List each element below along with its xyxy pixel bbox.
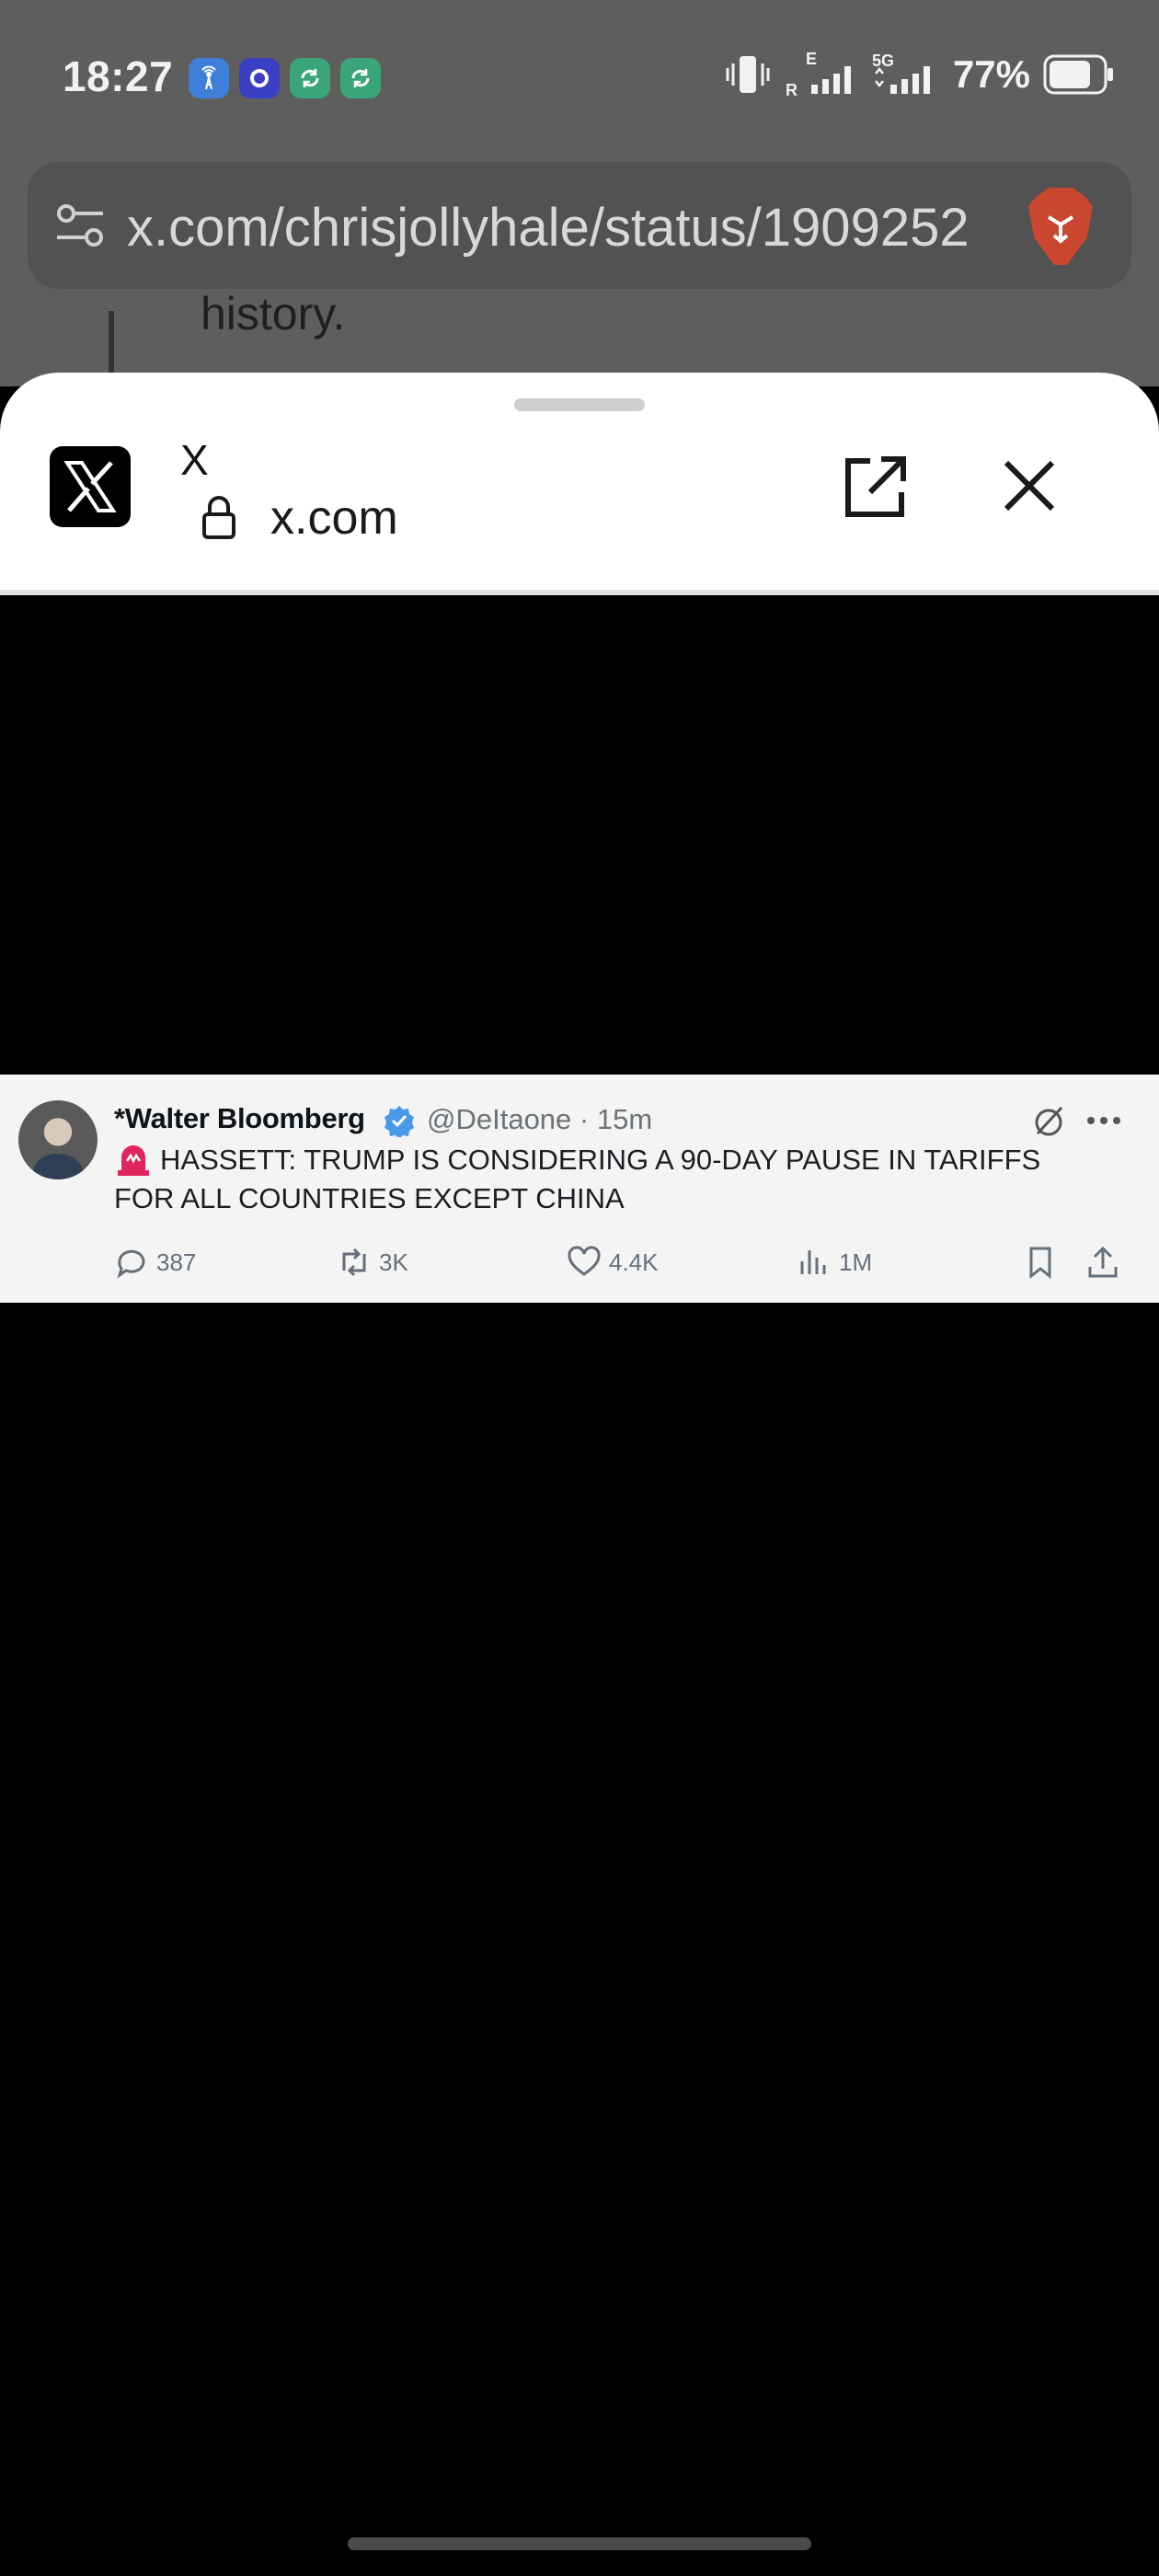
- verified-badge-icon: [384, 1106, 414, 1137]
- share-action: [1085, 1245, 1120, 1280]
- hotspot-notification-icon: [189, 58, 229, 98]
- reply-action: 387: [114, 1245, 196, 1280]
- share-icon: [1088, 1246, 1118, 1278]
- brave-shields-icon[interactable]: [1019, 184, 1102, 269]
- background-browser-page: 18:27 ER 5G 77% x.com/chrisjollyhale/sta: [0, 0, 1159, 386]
- sync-notification-icon-2: [340, 58, 381, 98]
- grok-icon: [1035, 1106, 1063, 1136]
- svg-text:R: R: [786, 81, 798, 98]
- open-in-browser-icon[interactable]: [841, 454, 909, 522]
- background-page-text: history.: [201, 288, 346, 339]
- tweet-card[interactable]: *Walter Bloomberg @DeItaone · 15m HASSET…: [0, 1075, 1159, 1303]
- tab-domain: x.com: [270, 491, 398, 545]
- tweet-actions: 387 3K 4.4K 1M: [0, 1245, 1159, 1285]
- reply-count: 387: [156, 1248, 197, 1276]
- signal-app-notification-icon: [239, 58, 280, 98]
- header-divider: [0, 590, 1159, 595]
- custom-tab-sheet: X x.com: [0, 373, 1159, 2576]
- site-settings-icon[interactable]: [53, 199, 107, 252]
- vibrate-icon: [726, 56, 770, 93]
- battery-icon: [1043, 54, 1113, 95]
- tweet-text: HASSETT: TRUMP IS CONSIDERING A 90-DAY P…: [114, 1144, 1041, 1214]
- cell-signal-e-icon: ER: [786, 52, 851, 98]
- bookmark-action: [1023, 1245, 1058, 1280]
- battery-percent: 77%: [952, 52, 1030, 96]
- svg-text:5G: 5G: [872, 52, 894, 70]
- views-icon: [800, 1250, 826, 1274]
- status-bar: 18:27 ER 5G 77%: [0, 0, 1159, 156]
- lock-icon: [202, 496, 235, 539]
- repost-icon: [342, 1248, 366, 1277]
- avatar: [18, 1100, 98, 1179]
- views-count: 1M: [839, 1248, 873, 1276]
- browser-url-bar[interactable]: x.com/chrisjollyhale/status/1909252: [28, 162, 1131, 289]
- svg-text:E: E: [806, 52, 817, 68]
- bookmark-icon: [1029, 1247, 1051, 1280]
- reply-icon: [117, 1249, 145, 1279]
- notification-icons: [189, 58, 381, 98]
- sync-notification-icon: [290, 58, 330, 98]
- status-time: 18:27: [63, 52, 174, 100]
- repost-action: 3K: [337, 1245, 408, 1280]
- like-count: 4.4K: [609, 1248, 659, 1276]
- cell-signal-5g-icon: 5G: [872, 52, 930, 94]
- more-options-icon: [1087, 1117, 1120, 1124]
- gesture-navigation-bar[interactable]: [348, 2537, 811, 2550]
- drag-handle[interactable]: [514, 398, 645, 411]
- url-text[interactable]: x.com/chrisjollyhale/status/1909252: [127, 197, 1019, 259]
- heart-icon: [568, 1246, 601, 1276]
- views-action: 1M: [797, 1245, 872, 1280]
- tweet-handle-time: @DeItaone · 15m: [427, 1103, 653, 1135]
- like-action: 4.4K: [567, 1245, 659, 1280]
- status-right-icons: ER 5G 77%: [725, 52, 1115, 98]
- x-logo-icon: [50, 446, 131, 527]
- repost-count: 3K: [379, 1248, 408, 1276]
- custom-tab-header: X x.com: [0, 373, 1159, 595]
- close-icon[interactable]: [1001, 457, 1058, 514]
- tab-title: X: [180, 436, 209, 484]
- tweet-author-name: *Walter Bloomberg: [114, 1102, 365, 1134]
